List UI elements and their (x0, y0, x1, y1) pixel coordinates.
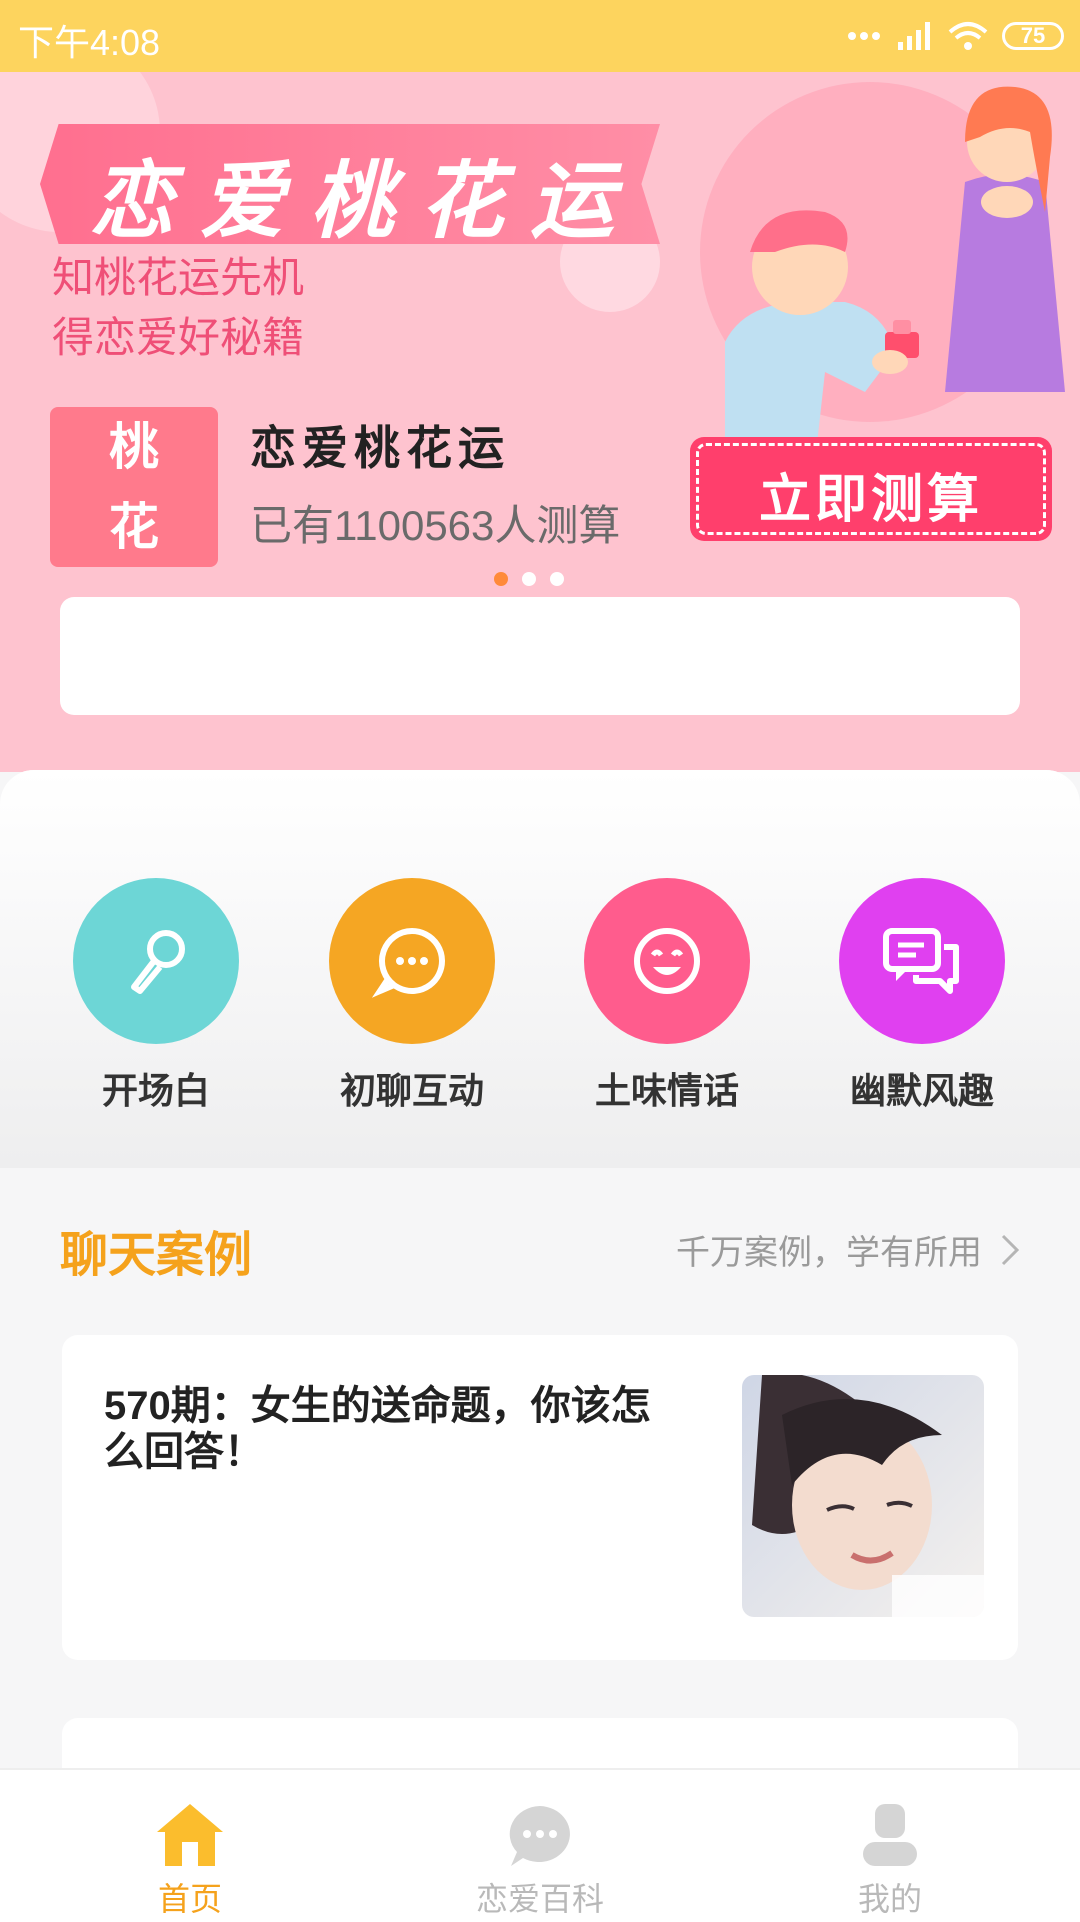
calculate-now-button[interactable]: 立即测算 (690, 437, 1052, 541)
woman-illustration (945, 86, 1065, 392)
banner-tagline-2: 得恋爱好秘籍 (52, 314, 305, 361)
carousel-dot[interactable] (522, 572, 536, 586)
banner-headline: 恋爱桃花运 (90, 154, 641, 248)
tab-label: 首页 (157, 1881, 222, 1917)
tab-home[interactable]: 首页 (90, 1782, 290, 1920)
article-title: 570期：女生的送命题，你该怎么回答！ (104, 1384, 651, 1474)
article-thumbnail (742, 1375, 984, 1617)
status-icons: 75 (846, 16, 1064, 56)
category-label: 幽默风趣 (849, 1070, 994, 1111)
bottom-tab-bar: 首页 恋爱百科 我的 (0, 1768, 1080, 1922)
category-label: 开场白 (101, 1070, 210, 1111)
more-dots-icon (848, 32, 880, 40)
section-more-text: 千万案例，学有所用 (676, 1234, 982, 1272)
badge-char-2: 花 (109, 499, 159, 555)
tab-encyclopedia[interactable]: 恋爱百科 (440, 1782, 640, 1920)
status-time: 下午4:08 (18, 22, 161, 63)
banner-tagline-1: 知桃花运先机 (52, 254, 305, 301)
headline-ribbon: 恋爱桃花运 (40, 124, 660, 244)
tab-label: 我的 (857, 1881, 922, 1917)
cta-label: 立即测算 (758, 471, 983, 529)
main-content: 开场白 初聊互动 土味情话 幽默风趣 聊天案例 千万案例，学有所用 570期：女… (0, 770, 1080, 1770)
chat-icon (440, 1782, 640, 1868)
product-count: 已有1100563人测算 (250, 502, 621, 549)
chevron-right-icon (1001, 1234, 1020, 1265)
category-humor[interactable]: 幽默风趣 (822, 878, 1022, 1114)
category-label: 初聊互动 (339, 1070, 484, 1111)
microphone-icon[interactable] (73, 878, 239, 1044)
peach-badge: 桃 花 (50, 407, 218, 567)
article-card[interactable] (62, 1718, 1018, 1770)
article-card[interactable]: 570期：女生的送命题，你该怎么回答！ (62, 1335, 1018, 1660)
category-label: 土味情话 (594, 1070, 739, 1111)
user-icon (790, 1782, 990, 1868)
smile-icon[interactable] (584, 878, 750, 1044)
product-title: 恋爱桃花运 (250, 422, 510, 474)
man-proposing-illustration (725, 210, 919, 462)
tab-label: 恋爱百科 (475, 1881, 604, 1917)
battery-indicator: 75 (1002, 22, 1064, 50)
tab-profile[interactable]: 我的 (790, 1782, 990, 1920)
category-opening-lines[interactable]: 开场白 (56, 878, 256, 1114)
badge-char-1: 桃 (109, 419, 159, 475)
section-more-link[interactable]: 千万案例，学有所用 (676, 1225, 1020, 1274)
notice-box[interactable] (60, 597, 1020, 715)
category-first-chat[interactable]: 初聊互动 (312, 878, 512, 1114)
status-bar: 下午4:08 75 (0, 0, 1080, 72)
chat-bubble-icon[interactable] (329, 878, 495, 1044)
promo-banner[interactable]: 恋爱桃花运 知桃花运先机 得恋爱好秘籍 桃 花 恋爱桃花运 已有1100563人… (0, 72, 1080, 772)
messages-icon[interactable] (839, 878, 1005, 1044)
category-cheesy-lines[interactable]: 土味情话 (567, 878, 767, 1114)
wifi-icon (948, 22, 988, 50)
carousel-dot[interactable] (494, 572, 508, 586)
signal-icon (898, 22, 930, 50)
home-icon (90, 1782, 290, 1868)
section-title: 聊天案例 (60, 1229, 253, 1282)
carousel-indicator[interactable] (494, 572, 564, 586)
carousel-dot[interactable] (550, 572, 564, 586)
